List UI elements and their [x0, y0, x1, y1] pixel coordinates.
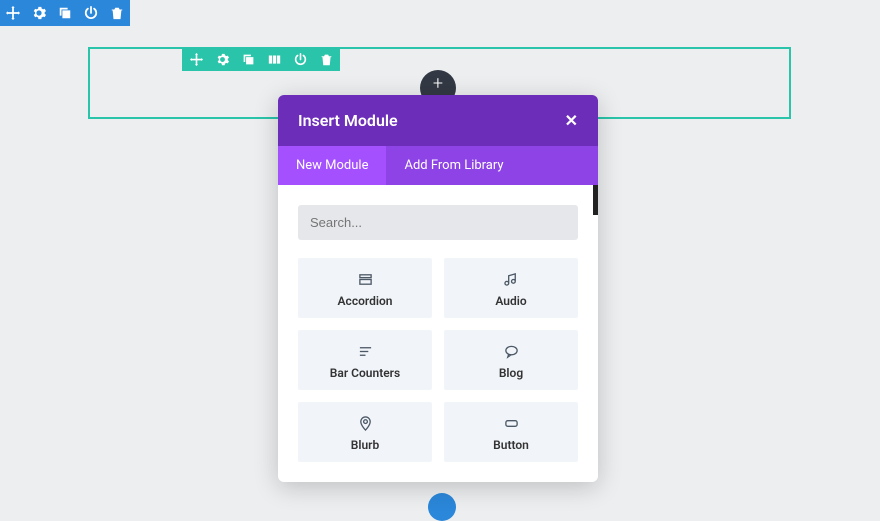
- move-icon[interactable]: [4, 4, 22, 22]
- duplicate-icon[interactable]: [56, 4, 74, 22]
- row-toolbar: [182, 47, 340, 71]
- module-blurb[interactable]: Blurb: [298, 402, 432, 462]
- move-icon[interactable]: [188, 51, 204, 67]
- module-label: Accordion: [306, 294, 424, 308]
- trash-icon[interactable]: [108, 4, 126, 22]
- columns-icon[interactable]: [266, 51, 282, 67]
- module-accordion[interactable]: Accordion: [298, 258, 432, 318]
- module-button[interactable]: Button: [444, 402, 578, 462]
- section-toolbar: [0, 0, 130, 26]
- module-blog[interactable]: Blog: [444, 330, 578, 390]
- insert-module-modal: Insert Module ✕ New Module Add From Libr…: [278, 95, 598, 482]
- gear-icon[interactable]: [214, 51, 230, 67]
- module-audio[interactable]: Audio: [444, 258, 578, 318]
- pin-icon: [306, 414, 424, 432]
- module-label: Audio: [452, 294, 570, 308]
- gear-icon[interactable]: [30, 4, 48, 22]
- module-bar-counters[interactable]: Bar Counters: [298, 330, 432, 390]
- module-label: Blog: [452, 366, 570, 380]
- search-input[interactable]: [298, 205, 578, 240]
- bars-icon: [306, 342, 424, 360]
- modal-title: Insert Module: [298, 111, 398, 130]
- module-grid: Accordion Audio Bar Counters Blog Blurb: [298, 258, 578, 462]
- accordion-icon: [306, 270, 424, 288]
- chat-icon: [452, 342, 570, 360]
- close-icon[interactable]: ✕: [565, 111, 578, 130]
- tab-new-module[interactable]: New Module: [278, 146, 386, 185]
- button-icon: [452, 414, 570, 432]
- module-label: Button: [452, 438, 570, 452]
- modal-tabs: New Module Add From Library: [278, 146, 598, 185]
- module-label: Bar Counters: [306, 366, 424, 380]
- duplicate-icon[interactable]: [240, 51, 256, 67]
- module-label: Blurb: [306, 438, 424, 452]
- scrollbar[interactable]: [593, 185, 598, 215]
- audio-icon: [452, 270, 570, 288]
- trash-icon[interactable]: [318, 51, 334, 67]
- power-icon[interactable]: [82, 4, 100, 22]
- add-section-button[interactable]: [428, 493, 456, 521]
- power-icon[interactable]: [292, 51, 308, 67]
- tab-add-from-library[interactable]: Add From Library: [386, 146, 521, 185]
